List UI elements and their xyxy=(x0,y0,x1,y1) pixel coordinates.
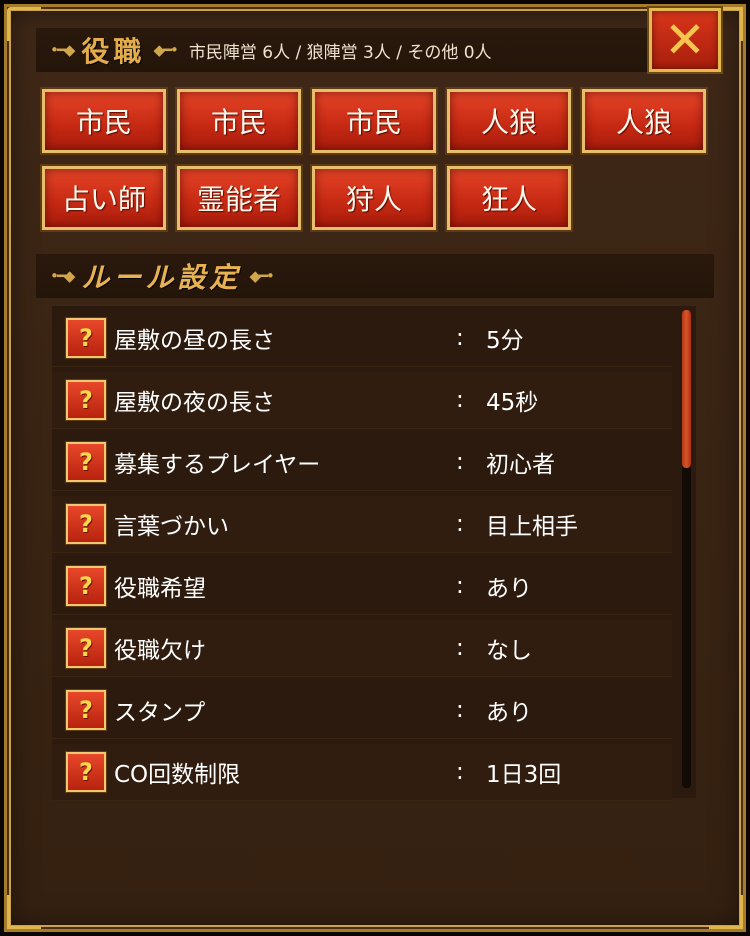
rule-row: ? 言葉づかい : 目上相手 xyxy=(52,496,672,553)
role-button[interactable]: 人狼 xyxy=(447,89,571,153)
rule-separator: : xyxy=(456,635,464,661)
rule-row: ? スタンプ : あり xyxy=(52,682,672,739)
ornament-icon: •━◆ xyxy=(50,267,75,285)
rule-label: 募集するプレイヤー xyxy=(114,452,321,478)
corner-ornament xyxy=(709,895,743,929)
rules-header: •━◆ ルール設定 ◆━• xyxy=(36,254,714,298)
role-button[interactable]: 占い師 xyxy=(42,166,166,230)
rule-label: 屋敷の昼の長さ xyxy=(114,328,275,354)
rule-label: スタンプ xyxy=(114,700,206,726)
help-icon[interactable]: ? xyxy=(66,628,106,668)
role-button[interactable]: 狩人 xyxy=(312,166,436,230)
rules-list[interactable]: ? 屋敷の昼の長さ : 5分 ? 屋敷の夜の長さ : 45秒 ? 募集するプレイ… xyxy=(52,306,696,801)
role-button[interactable]: 狂人 xyxy=(447,166,571,230)
rule-label: 言葉づかい xyxy=(114,514,229,540)
help-icon[interactable]: ? xyxy=(66,318,106,358)
rule-label: 役職希望 xyxy=(114,576,206,602)
help-icon[interactable]: ? xyxy=(66,566,106,606)
rule-value: なし xyxy=(486,638,532,664)
rule-separator: : xyxy=(456,325,464,351)
rule-row: ? CO回数制限 : 1日3回 xyxy=(52,744,672,801)
rule-label: 役職欠け xyxy=(114,638,206,664)
role-button[interactable]: 霊能者 xyxy=(177,166,301,230)
rule-separator: : xyxy=(456,511,464,537)
help-icon[interactable]: ? xyxy=(66,690,106,730)
rule-row: ? 役職希望 : あり xyxy=(52,558,672,615)
rule-label: 屋敷の夜の長さ xyxy=(114,390,275,416)
close-button[interactable]: ✕ xyxy=(649,8,721,72)
corner-ornament xyxy=(7,895,41,929)
role-button[interactable]: 人狼 xyxy=(582,89,706,153)
rule-separator: : xyxy=(456,759,464,785)
faction-summary: 市民陣営 6人 / 狼陣営 3人 / その他 0人 xyxy=(188,42,492,63)
rule-value: あり xyxy=(486,700,532,726)
rule-row: ? 屋敷の昼の長さ : 5分 xyxy=(52,310,672,367)
rule-value: 5分 xyxy=(486,328,524,354)
rules-title: ルール設定 xyxy=(81,261,242,294)
rule-separator: : xyxy=(456,387,464,413)
roles-title: 役職 xyxy=(81,35,146,68)
rule-value: あり xyxy=(486,576,532,602)
role-button[interactable]: 市民 xyxy=(177,89,301,153)
rules-scrollbar[interactable] xyxy=(682,310,691,788)
rule-separator: : xyxy=(456,573,464,599)
help-icon[interactable]: ? xyxy=(66,504,106,544)
rule-value: 45秒 xyxy=(486,390,539,416)
rule-value: 初心者 xyxy=(486,452,555,478)
role-button[interactable]: 市民 xyxy=(312,89,436,153)
rule-value: 目上相手 xyxy=(486,514,578,540)
help-icon[interactable]: ? xyxy=(66,752,106,792)
rule-row: ? 募集するプレイヤー : 初心者 xyxy=(52,434,672,491)
ornament-icon: ◆━• xyxy=(249,267,274,285)
close-icon: ✕ xyxy=(664,11,706,69)
help-icon[interactable]: ? xyxy=(66,442,106,482)
roles-header: •━◆ 役職 ◆━• 市民陣営 6人 / 狼陣営 3人 / その他 0人 xyxy=(36,28,676,72)
ornament-icon: •━◆ xyxy=(50,41,75,59)
rule-separator: : xyxy=(456,449,464,475)
rule-value: 1日3回 xyxy=(486,762,562,788)
ornament-icon: ◆━• xyxy=(153,41,178,59)
rule-separator: : xyxy=(456,697,464,723)
rule-row: ? 役職欠け : なし xyxy=(52,620,672,677)
role-button[interactable]: 市民 xyxy=(42,89,166,153)
scrollbar-thumb[interactable] xyxy=(682,310,691,468)
help-icon[interactable]: ? xyxy=(66,380,106,420)
rule-row: ? 屋敷の夜の長さ : 45秒 xyxy=(52,372,672,429)
rule-label: CO回数制限 xyxy=(114,762,241,788)
